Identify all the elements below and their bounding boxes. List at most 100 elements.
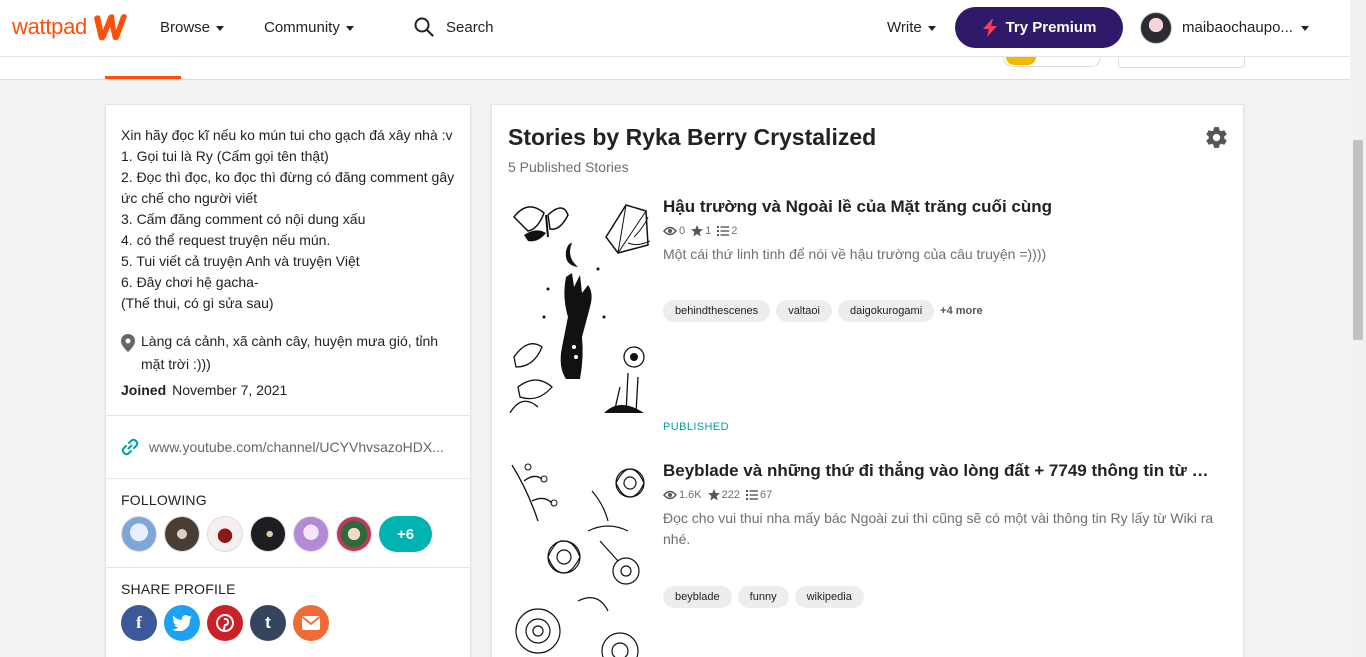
following-title: FOLLOWING xyxy=(121,492,207,508)
story-cover[interactable] xyxy=(508,461,650,657)
story-cover[interactable] xyxy=(508,197,650,413)
community-menu[interactable]: Community xyxy=(264,19,354,36)
chevron-down-icon xyxy=(216,26,225,31)
browse-menu[interactable]: Browse xyxy=(160,19,225,36)
parts-count: 2 xyxy=(731,225,738,237)
eye-icon xyxy=(663,490,677,500)
website-link[interactable]: www.youtube.com/channel/UCYVhvsazoHDX... xyxy=(106,416,470,478)
search-button[interactable]: Search xyxy=(414,17,494,37)
story-item[interactable]: Beyblade và những thứ đi thẳng vào lòng … xyxy=(508,461,1228,657)
scrollbar-thumb[interactable] xyxy=(1353,140,1363,340)
more-tags-link[interactable]: +4 more xyxy=(940,305,983,317)
logo-text: wattpad xyxy=(12,14,87,39)
story-tags: beyblade funny wikipedia xyxy=(663,586,864,608)
story-stats: 0 1 2 xyxy=(663,225,737,237)
following-avatar[interactable] xyxy=(293,516,329,552)
email-icon xyxy=(302,616,320,630)
tag[interactable]: daigokurogami xyxy=(837,300,935,322)
location-pin-icon xyxy=(121,334,135,352)
wattpad-logo[interactable]: wattpad xyxy=(12,12,129,42)
website-url: www.youtube.com/channel/UCYVhvsazoHDX... xyxy=(149,439,444,455)
story-item[interactable]: Hậu trường và Ngoài lề của Mặt trăng cuố… xyxy=(508,197,1228,437)
joined-date: Joined November 7, 2021 xyxy=(121,382,455,398)
active-tab-indicator xyxy=(105,76,181,79)
search-icon xyxy=(414,17,434,37)
following-avatar[interactable] xyxy=(164,516,200,552)
stories-card: Stories by Ryka Berry Crystalized 5 Publ… xyxy=(491,104,1244,657)
chevron-down-icon xyxy=(345,26,354,31)
facebook-share-button[interactable]: f xyxy=(121,605,157,641)
pinterest-icon xyxy=(216,614,234,632)
facebook-icon: f xyxy=(136,613,142,632)
bio-line: (Thế thui, có gì sửa sau) xyxy=(121,295,274,311)
write-label: Write xyxy=(887,19,922,36)
top-navigation-bar: wattpad Browse Community Search Write Tr… xyxy=(0,0,1350,57)
write-menu[interactable]: Write xyxy=(887,19,936,36)
bio-line: Xin hãy đọc kĩ nếu ko mún tui cho gạch đ… xyxy=(121,127,453,143)
chevron-down-icon xyxy=(927,26,936,31)
published-status: PUBLISHED xyxy=(663,421,729,433)
joined-value: November 7, 2021 xyxy=(172,382,288,398)
profile-tab-strip xyxy=(0,57,1350,80)
share-profile-section: SHARE PROFILE f t xyxy=(106,568,470,641)
joined-label: Joined xyxy=(121,382,167,398)
twitter-share-button[interactable] xyxy=(164,605,200,641)
tag[interactable]: funny xyxy=(737,586,789,608)
share-title: SHARE PROFILE xyxy=(121,581,236,597)
try-premium-button[interactable]: Try Premium xyxy=(955,7,1123,48)
moon-hand-cover-art xyxy=(509,204,650,413)
story-title[interactable]: Hậu trường và Ngoài lề của Mặt trăng cuố… xyxy=(663,197,1218,217)
tumblr-icon: t xyxy=(265,613,271,632)
stories-heading: Stories by Ryka Berry Crystalized xyxy=(508,124,877,150)
search-label: Search xyxy=(446,18,494,36)
user-menu[interactable]: maibaochaupo... xyxy=(1182,19,1309,36)
premium-label: Try Premium xyxy=(1005,19,1097,36)
pinterest-share-button[interactable] xyxy=(207,605,243,641)
username-label: maibaochaupo... xyxy=(1182,19,1293,36)
user-avatar[interactable] xyxy=(1140,12,1172,44)
link-icon xyxy=(121,438,139,456)
bio-line: 6. Đây chơi hệ gacha- xyxy=(121,274,259,290)
eye-icon xyxy=(663,226,677,236)
tag[interactable]: beyblade xyxy=(663,586,732,608)
story-description: Đọc cho vui thui nha mấy bác Ngoài zui t… xyxy=(663,510,1214,547)
story-stats: 1.6K 222 67 xyxy=(663,489,772,501)
more-following-button[interactable]: +6 xyxy=(379,516,432,552)
profile-action-button[interactable] xyxy=(1118,57,1245,68)
lightning-icon xyxy=(982,18,997,37)
bio-line: 1. Gọi tui là Ry (Cấm gọi tên thật) xyxy=(121,148,329,164)
twitter-icon xyxy=(172,615,192,631)
chevron-down-icon xyxy=(1300,26,1309,31)
tag[interactable]: behindthescenes xyxy=(663,300,771,322)
story-description: Một cái thứ linh tinh để nói về hậu trườ… xyxy=(663,246,1047,262)
bio-line: 2. Đọc thì đọc, ko đọc thì đừng có đăng … xyxy=(121,169,455,206)
email-share-button[interactable] xyxy=(293,605,329,641)
wattpad-w-icon xyxy=(93,14,127,41)
reads-count: 0 xyxy=(679,225,686,237)
story-title[interactable]: Beyblade và những thứ đi thẳng vào lòng … xyxy=(663,461,1218,481)
star-icon xyxy=(707,489,720,501)
tag[interactable]: valtaoi xyxy=(776,300,832,322)
location-text: Làng cá cảnh, xã cành cây, huyện mưa gió… xyxy=(141,333,439,372)
page-scrollbar[interactable] xyxy=(1350,0,1366,657)
gear-icon[interactable] xyxy=(1204,125,1229,150)
following-avatar[interactable] xyxy=(250,516,286,552)
star-icon xyxy=(691,225,704,237)
following-avatar[interactable] xyxy=(336,516,372,552)
parts-list-icon xyxy=(746,490,758,500)
community-label: Community xyxy=(264,19,340,36)
about-card: Xin hãy đọc kĩ nếu ko mún tui cho gạch đ… xyxy=(105,104,471,657)
bio-line: 4. có thể request truyện nếu mún. xyxy=(121,232,331,248)
parts-list-icon xyxy=(717,226,730,236)
votes-count: 1 xyxy=(705,225,712,237)
reads-count: 1.6K xyxy=(679,489,702,501)
profile-location: Làng cá cảnh, xã cành cây, huyện mưa gió… xyxy=(121,330,455,376)
following-avatar[interactable] xyxy=(207,516,243,552)
tumblr-share-button[interactable]: t xyxy=(250,605,286,641)
browse-label: Browse xyxy=(160,19,211,36)
votes-count: 222 xyxy=(721,489,740,501)
story-tags: behindthescenes valtaoi daigokurogami +4… xyxy=(663,300,983,322)
tag[interactable]: wikipedia xyxy=(794,586,864,608)
following-avatar[interactable] xyxy=(121,516,157,552)
parts-count: 67 xyxy=(760,489,773,501)
